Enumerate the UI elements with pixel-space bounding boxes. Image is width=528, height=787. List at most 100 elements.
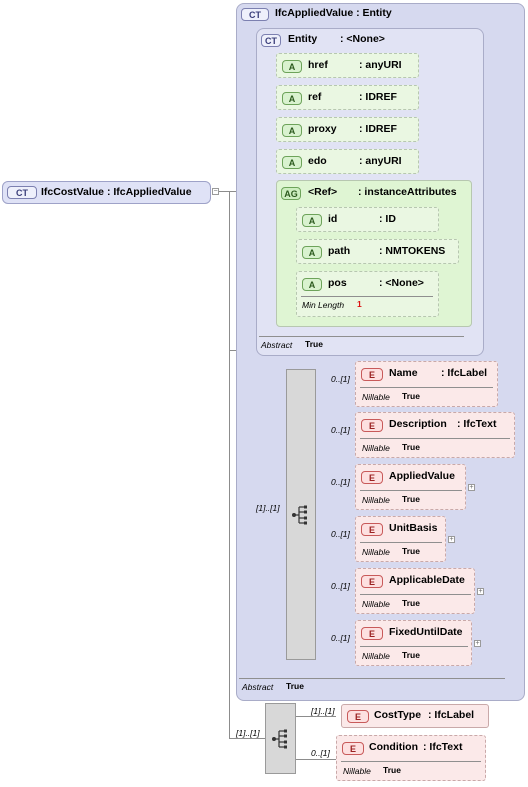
complex-type-icon: CT [261, 34, 281, 47]
element-applied-value[interactable]: E AppliedValue Nillable True [355, 464, 466, 510]
nillable-label: Nillable [362, 443, 390, 453]
attribute-type: : ID [379, 213, 396, 225]
attribute-group-name: <Ref> [308, 186, 338, 198]
nillable-value: True [383, 765, 401, 775]
collapse-toggle[interactable]: − [212, 188, 219, 195]
divider [360, 542, 442, 543]
element-multiplicity: 0..[1] [331, 633, 350, 643]
sequence-compositor[interactable] [286, 369, 316, 660]
attribute-href[interactable]: A href : anyURI [276, 53, 419, 78]
attribute-icon: A [282, 92, 302, 105]
abstract-label: Abstract [242, 682, 274, 692]
element-label: UnitBasis [389, 522, 438, 534]
attribute-path[interactable]: A path : NMTOKENS [296, 239, 459, 264]
element-applicable-date[interactable]: E ApplicableDate Nillable True [355, 568, 475, 614]
divider [259, 336, 464, 337]
attribute-icon: A [302, 246, 322, 259]
element-icon: E [361, 523, 383, 536]
expand-toggle[interactable]: + [468, 484, 475, 491]
complex-type-icon: CT [7, 186, 37, 199]
attribute-id[interactable]: A id : ID [296, 207, 439, 232]
divider [360, 438, 510, 439]
entity-name[interactable]: Entity [288, 33, 317, 45]
element-name[interactable]: E Name : IfcLabel Nillable True [355, 361, 498, 407]
facet-label: Min Length [302, 300, 345, 310]
entity-type: : <None> [340, 33, 385, 45]
connector [296, 716, 336, 717]
sequence-multiplicity: [1]..[1] [236, 728, 260, 738]
attribute-icon: A [302, 278, 322, 291]
expand-toggle[interactable]: + [448, 536, 455, 543]
sequence-icon [272, 729, 287, 749]
element-multiplicity: [1]..[1] [311, 706, 335, 716]
divider [301, 296, 433, 297]
element-icon: E [361, 575, 383, 588]
nillable-value: True [402, 442, 420, 452]
element-label: AppliedValue [389, 470, 455, 482]
attribute-pos[interactable]: A pos : <None> Min Length 1 [296, 271, 439, 317]
element-multiplicity: 0..[1] [331, 529, 350, 539]
attribute-type: : anyURI [359, 155, 402, 167]
attribute-icon: A [282, 156, 302, 169]
nillable-value: True [402, 391, 420, 401]
attribute-name: edo [308, 155, 327, 167]
attribute-group-icon: AG [281, 187, 301, 200]
attribute-icon: A [302, 214, 322, 227]
nillable-value: True [402, 494, 420, 504]
element-icon: E [361, 368, 383, 381]
nillable-value: True [402, 546, 420, 556]
element-label: Description [389, 418, 447, 430]
root-label: IfcCostValue : IfcAppliedValue [41, 186, 192, 198]
sequence-compositor[interactable] [265, 703, 296, 774]
attribute-name: path [328, 245, 351, 257]
abstract-label: Abstract [261, 340, 293, 350]
nillable-label: Nillable [362, 392, 390, 402]
abstract-value: True [305, 339, 323, 349]
facet-value: 1 [357, 299, 362, 309]
sequence-multiplicity: [1]..[1] [256, 503, 280, 513]
element-description[interactable]: E Description : IfcText Nillable True [355, 412, 515, 458]
element-multiplicity: 0..[1] [331, 477, 350, 487]
applied-value-title[interactable]: IfcAppliedValue : Entity [275, 7, 392, 19]
element-multiplicity: 0..[1] [331, 581, 350, 591]
element-multiplicity: 0..[1] [331, 374, 350, 384]
divider [360, 594, 471, 595]
expand-toggle[interactable]: + [477, 588, 484, 595]
element-label: ApplicableDate [389, 574, 465, 586]
attribute-icon: A [282, 60, 302, 73]
nillable-label: Nillable [362, 495, 390, 505]
element-multiplicity: 0..[1] [311, 748, 330, 758]
element-label: Name [389, 367, 418, 379]
element-condition[interactable]: E Condition : IfcText Nillable True [336, 735, 486, 781]
attribute-name: id [328, 213, 338, 225]
attribute-edo[interactable]: A edo : anyURI [276, 149, 419, 174]
attribute-type: : anyURI [359, 59, 402, 71]
connector [296, 759, 336, 760]
root-complex-type[interactable]: CT IfcCostValue : IfcAppliedValue [2, 181, 211, 204]
element-label: Condition [369, 741, 418, 753]
divider [360, 646, 468, 647]
element-label: FixedUntilDate [389, 626, 463, 638]
attribute-proxy[interactable]: A proxy : IDREF [276, 117, 419, 142]
element-unit-basis[interactable]: E UnitBasis Nillable True [355, 516, 446, 562]
attribute-name: pos [328, 277, 347, 289]
abstract-value: True [286, 681, 304, 691]
element-icon: E [347, 710, 369, 723]
element-icon: E [361, 627, 383, 640]
element-type: : IfcText [457, 418, 497, 430]
attribute-ref[interactable]: A ref : IDREF [276, 85, 419, 110]
expand-toggle[interactable]: + [474, 640, 481, 647]
nillable-label: Nillable [362, 547, 390, 557]
attribute-icon: A [282, 124, 302, 137]
attribute-group-type: : instanceAttributes [358, 186, 457, 198]
element-icon: E [342, 742, 364, 755]
nillable-value: True [402, 598, 420, 608]
connector [229, 738, 265, 739]
element-type: : IfcText [423, 741, 463, 753]
element-type: : IfcLabel [441, 367, 488, 379]
element-fixed-until-date[interactable]: E FixedUntilDate Nillable True [355, 620, 472, 666]
connector [229, 350, 236, 351]
element-cost-type[interactable]: E CostType : IfcLabel [341, 704, 489, 728]
divider [360, 387, 493, 388]
complex-type-icon: CT [241, 8, 269, 21]
